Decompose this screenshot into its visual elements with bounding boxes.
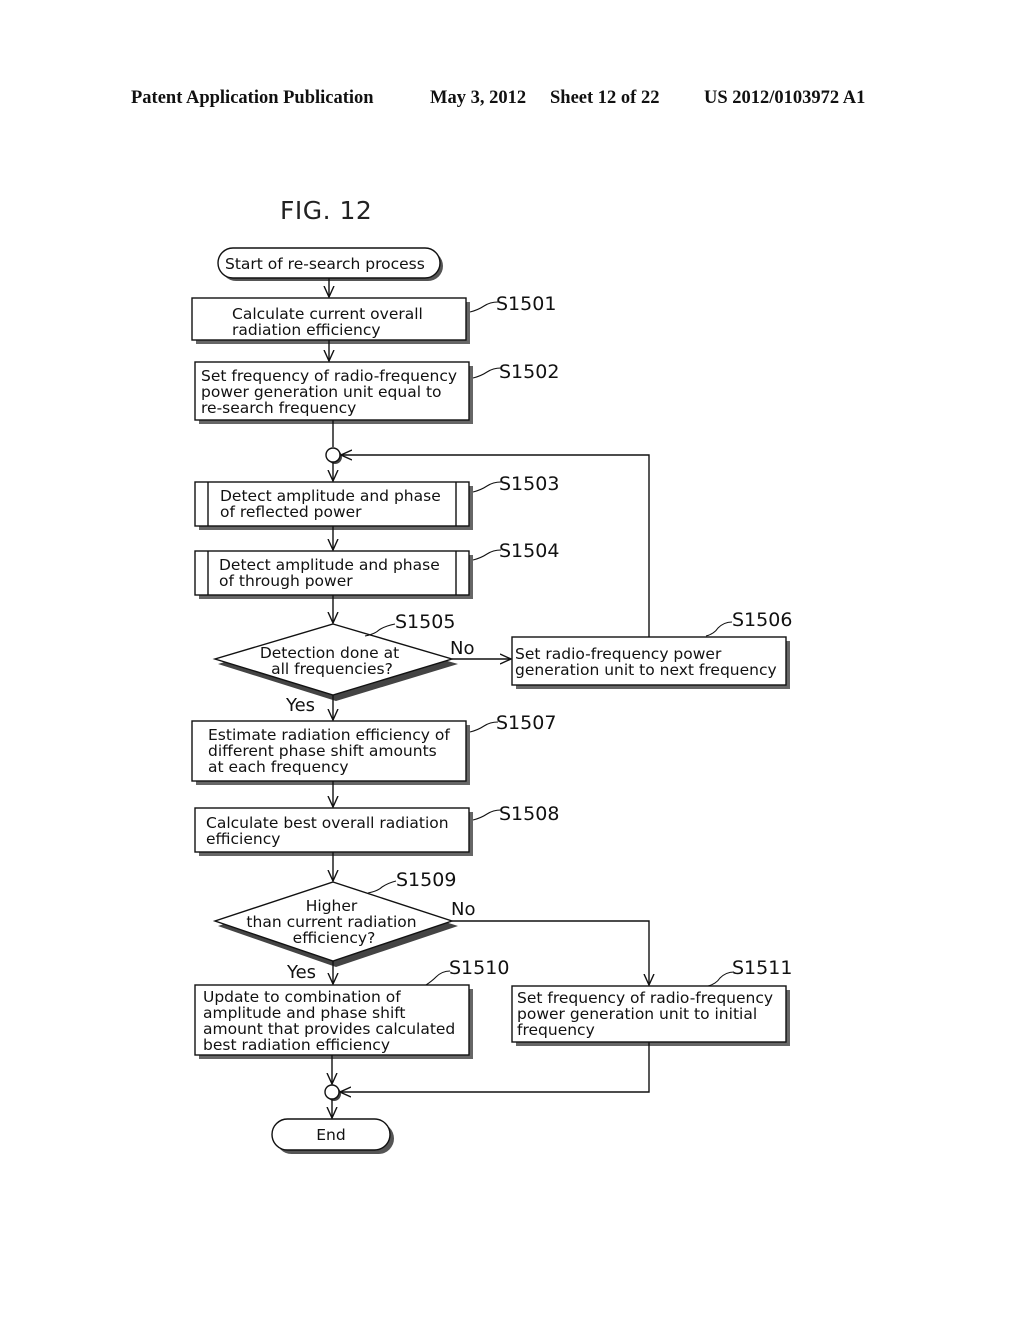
step-label-s1508: S1508 xyxy=(499,803,559,825)
s1509-yes-label: Yes xyxy=(286,962,316,983)
step-label-s1509: S1509 xyxy=(396,869,456,891)
step-label-s1502: S1502 xyxy=(499,361,559,383)
s1509-no-label: No xyxy=(451,899,475,920)
flowchart: Start of re-search process Calculate cur… xyxy=(191,247,792,1154)
step-label-s1503: S1503 xyxy=(499,473,559,495)
s1505-yes-label: Yes xyxy=(285,695,315,716)
start-label: Start of re-search process xyxy=(225,255,425,273)
end-label: End xyxy=(316,1126,345,1144)
s1505-text: Detection done at all frequencies? xyxy=(260,644,404,678)
step-label-s1507: S1507 xyxy=(496,712,556,734)
step-label-s1506: S1506 xyxy=(732,609,792,631)
step-label-s1505: S1505 xyxy=(395,611,455,633)
step-label-s1510: S1510 xyxy=(449,957,509,979)
step-label-s1511: S1511 xyxy=(732,957,792,979)
s1505-no-label: No xyxy=(450,638,474,659)
junction-circle-loop xyxy=(325,447,342,464)
junction-circle-merge xyxy=(324,1084,341,1101)
step-label-s1501: S1501 xyxy=(496,293,556,315)
step-label-s1504: S1504 xyxy=(499,540,559,562)
